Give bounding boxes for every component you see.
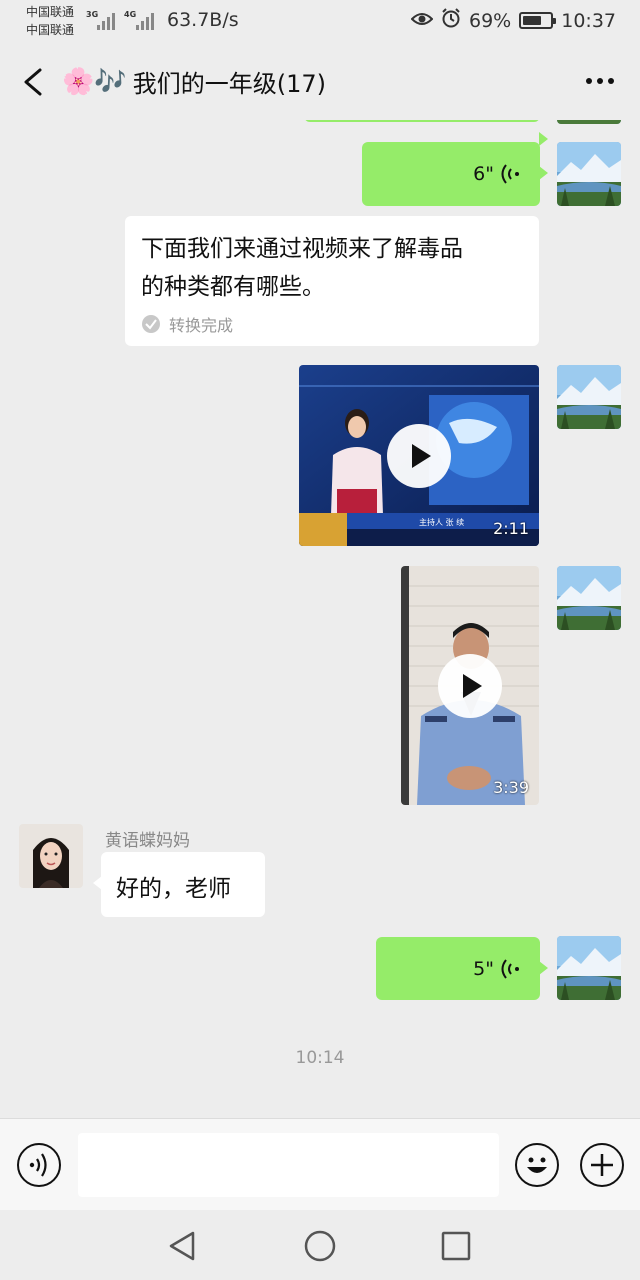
message-input[interactable] <box>78 1133 499 1197</box>
input-bar <box>0 1118 640 1210</box>
voice-wave-icon <box>501 958 519 979</box>
video-duration: 3:39 <box>493 778 529 797</box>
conversion-status: 转换完成 <box>169 316 234 335</box>
back-button[interactable] <box>16 62 52 102</box>
chat-header: 🌸🎶 我们的一年级(17) <box>0 44 640 120</box>
more-dots-icon <box>586 78 592 84</box>
timestamp: 10:14 <box>295 1048 345 1068</box>
mountain-avatar-icon <box>557 936 621 1000</box>
chat-title: 🌸🎶 我们的一年级(17) <box>62 64 326 99</box>
square-recent-icon <box>441 1231 471 1261</box>
alarm-icon <box>441 8 461 33</box>
voice-input-button[interactable] <box>17 1143 61 1187</box>
title-emoji: 🌸🎶 <box>62 66 127 97</box>
message-text: 好的，老师 <box>116 876 231 902</box>
check-circle-icon <box>142 315 160 333</box>
status-bar: 中国联通 中国联通 3G 4G 63.7B/s 69% 10:37 <box>0 0 640 44</box>
woman-avatar-icon <box>19 824 83 888</box>
network-speed: 63.7B/s <box>167 9 239 31</box>
chevron-left-icon <box>24 68 42 96</box>
voice-wave-icon <box>501 164 519 184</box>
signal-icon-2 <box>136 12 154 30</box>
avatar[interactable] <box>557 936 621 1000</box>
signal-icon <box>97 12 115 30</box>
message-list[interactable]: 6" 下面我们来通过视频来了解毒品 的种类都有哪些。 转换完成 主持人 张 续 … <box>0 120 640 1118</box>
avatar[interactable] <box>557 142 621 206</box>
mountain-avatar-icon <box>557 566 621 630</box>
mountain-avatar-icon <box>557 365 621 429</box>
text-message[interactable]: 好的，老师 <box>93 852 265 917</box>
voice-wave-icon <box>29 1153 47 1177</box>
carrier-label-1: 中国联通 <box>26 5 75 19</box>
emoji-button[interactable] <box>515 1143 559 1187</box>
video-overlay-text: 主持人 张 续 <box>419 517 464 527</box>
video-duration: 2:11 <box>493 519 529 538</box>
text-message[interactable]: 下面我们来通过视频来了解毒品 的种类都有哪些。 转换完成 <box>125 216 539 346</box>
voice-message[interactable]: 5" <box>376 937 548 1000</box>
battery-percent: 69% <box>469 9 512 32</box>
voice-duration: 6" <box>473 163 494 185</box>
clock: 10:37 <box>561 9 616 32</box>
circle-home-icon <box>304 1230 336 1262</box>
carrier-label-2: 中国联通 <box>26 23 75 37</box>
plus-button[interactable] <box>580 1143 624 1187</box>
group-name: 我们的一年级(17) <box>132 70 327 98</box>
nav-back-button[interactable] <box>165 1228 201 1264</box>
triangle-back-icon <box>169 1231 195 1261</box>
eye-icon <box>410 10 434 32</box>
battery-icon <box>519 12 557 29</box>
video-message[interactable]: 主持人 张 续 2:11 <box>299 365 539 546</box>
nav-recent-button[interactable] <box>438 1228 474 1264</box>
network-type-2: 4G <box>124 10 137 19</box>
plus-icon <box>591 1154 613 1176</box>
mountain-avatar-icon <box>557 142 621 206</box>
voice-duration: 5" <box>473 957 494 980</box>
avatar[interactable] <box>557 120 621 124</box>
play-icon[interactable] <box>438 653 502 718</box>
more-button[interactable] <box>586 78 614 84</box>
nav-home-button[interactable] <box>302 1228 338 1264</box>
sender-name: 黄语蝶妈妈 <box>105 831 190 851</box>
play-icon[interactable] <box>387 423 451 488</box>
message-text-line-2: 的种类都有哪些。 <box>141 274 325 300</box>
video-message[interactable]: 3:39 <box>401 566 539 805</box>
voice-message[interactable]: 6" <box>362 142 548 206</box>
avatar[interactable] <box>557 566 621 630</box>
sender-avatar[interactable] <box>19 824 83 888</box>
avatar[interactable] <box>557 365 621 429</box>
system-nav-bar <box>0 1210 640 1280</box>
message-text-line-1: 下面我们来通过视频来了解毒品 <box>141 236 463 262</box>
smiley-icon <box>527 1157 547 1173</box>
partial-message <box>304 120 548 146</box>
